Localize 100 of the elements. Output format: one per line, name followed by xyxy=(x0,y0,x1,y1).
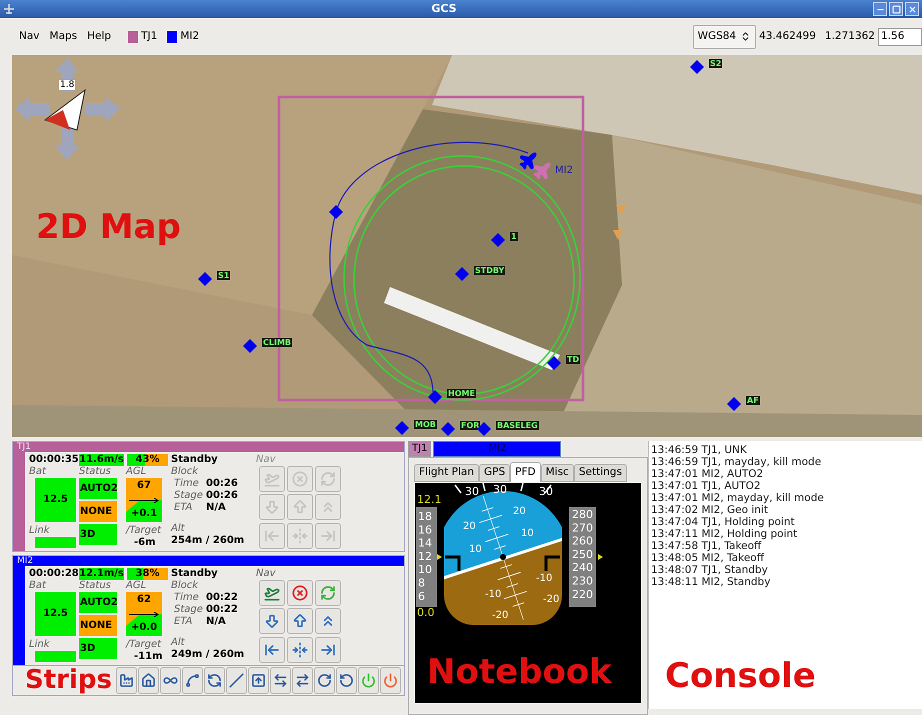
toolbar-button[interactable] xyxy=(248,667,269,694)
toolbar-button[interactable] xyxy=(204,667,225,694)
speed-pointer-icon xyxy=(437,554,442,560)
nav-button[interactable] xyxy=(315,636,341,663)
altitude-tick-label: 270 xyxy=(572,521,593,534)
toolbar-button[interactable] xyxy=(314,667,335,694)
toolbar-button[interactable] xyxy=(160,667,181,694)
time-reading: 00:22 xyxy=(206,592,238,604)
console-line: 13:48:11 MI2, Standby xyxy=(651,576,772,588)
console-line: 13:47:01 MI2, AUTO2 xyxy=(651,468,764,480)
rotate-counterclockwise-icon xyxy=(338,673,354,688)
app-icon xyxy=(3,3,15,15)
waypoint-marker[interactable] xyxy=(441,422,455,436)
toolbar-button[interactable] xyxy=(226,667,247,694)
nav-button[interactable] xyxy=(315,580,341,606)
alt-reading: 249m / 260m xyxy=(171,649,246,661)
nav-button[interactable] xyxy=(259,608,285,634)
link-label: Link xyxy=(29,639,51,651)
menu-item[interactable]: Help xyxy=(82,28,116,44)
toolbar-button[interactable] xyxy=(270,667,291,694)
aircraft-legend-label: MI2 xyxy=(180,28,200,44)
console-line: 13:47:02 MI2, Geo init xyxy=(651,504,769,516)
aircraft-legend-label: TJ1 xyxy=(141,28,158,44)
nav-button[interactable] xyxy=(287,580,313,606)
factory-icon xyxy=(118,673,134,688)
climb-reading: +0.0 xyxy=(130,622,158,634)
console-line: 13:48:05 MI2, Takeoff xyxy=(651,552,766,564)
zoom-spinbox[interactable]: 1.56 xyxy=(878,28,922,46)
datum-spinner[interactable]: WGS84 xyxy=(692,24,756,48)
strip-title-bar: MI2 xyxy=(13,556,404,566)
rotate-clockwise-icon xyxy=(316,673,332,688)
waypoint-marker[interactable] xyxy=(395,421,409,435)
triangle-marker xyxy=(613,230,623,240)
mode-label: Standby xyxy=(171,454,219,466)
window-control-button[interactable] xyxy=(889,2,903,16)
toolbar-button[interactable] xyxy=(182,667,203,694)
menu-item[interactable]: Maps xyxy=(44,28,82,44)
altitude-tick-label: 230 xyxy=(572,574,593,588)
status-indicator: NONE xyxy=(79,615,117,636)
waypoint-marker[interactable] xyxy=(455,267,469,281)
waypoint-marker[interactable] xyxy=(690,60,704,74)
mode-label: Standby xyxy=(171,568,219,580)
climb-reading: +0.1 xyxy=(130,508,158,520)
battery-box: 12.5 xyxy=(35,592,76,636)
nav-label: Nav xyxy=(256,568,276,580)
speed-reading: 11.6m/s xyxy=(79,454,124,466)
strip-title-bar: TJ1 xyxy=(13,442,404,452)
window-control-button[interactable] xyxy=(905,2,919,16)
nav-button[interactable] xyxy=(259,580,285,606)
stage-label: Stage xyxy=(174,604,204,616)
console-line: 13:46:59 TJ1, mayday, kill mode xyxy=(651,456,822,468)
eta-reading: N/A xyxy=(206,616,226,628)
pitch-scale-label: -10 xyxy=(485,589,502,600)
waypoint-marker[interactable] xyxy=(477,422,491,436)
toolbar-button[interactable] xyxy=(336,667,357,694)
waypoint-label: S1 xyxy=(217,271,230,280)
nav-button[interactable] xyxy=(287,608,313,634)
cancel-icon xyxy=(292,471,308,487)
console-annotation: Console xyxy=(665,657,816,695)
satellite-map[interactable]: MI2 S2 1 STDBY S1 CLIMB TD HOME MOB FOR BASELEG AF 1.8 2D Map xyxy=(12,55,922,437)
waypoint-marker[interactable] xyxy=(547,356,561,370)
target-reading: -11m xyxy=(133,651,164,663)
waypoint-label: BASELEG xyxy=(496,421,539,430)
target-label: /Target xyxy=(126,525,162,537)
double-arrow-icon xyxy=(272,673,288,688)
nav-button[interactable] xyxy=(315,608,341,634)
nav-button[interactable] xyxy=(259,636,285,663)
toolbar-button[interactable] xyxy=(380,667,401,694)
waypoint-marker[interactable] xyxy=(243,339,257,353)
notebook-tab[interactable]: PFD xyxy=(510,462,541,482)
wayp-marker-drawing[interactable] xyxy=(329,205,343,219)
console-line: 13:47:58 TJ1, Takeoff xyxy=(651,540,762,552)
takeoff-icon xyxy=(264,471,280,487)
bat-label: Bat xyxy=(29,580,48,592)
waypoint-marker[interactable] xyxy=(727,397,741,411)
menu-item[interactable]: Nav xyxy=(14,28,45,44)
plane-icon[interactable] xyxy=(518,150,538,170)
aircraft-tab[interactable]: TJ1 xyxy=(408,441,432,457)
toolbar-button[interactable] xyxy=(116,667,137,694)
time-label: Time xyxy=(174,478,200,490)
altitude-tick-label: 240 xyxy=(572,561,593,574)
climb-wedge-drawing xyxy=(126,500,162,522)
toolbar-button[interactable] xyxy=(138,667,159,694)
notebook-tab[interactable]: Misc xyxy=(540,464,574,482)
notebook-tab[interactable]: GPS xyxy=(479,464,510,482)
waypoint-marker[interactable] xyxy=(198,272,212,286)
notebook-tab[interactable]: Flight Plan xyxy=(414,464,479,482)
speed-tick-label: 6 xyxy=(418,590,425,603)
status-indicator: NONE xyxy=(79,501,117,522)
nav-button[interactable] xyxy=(287,636,313,663)
waypoint-label: S2 xyxy=(709,59,722,68)
zoom-level-label: 1.8 xyxy=(59,80,76,90)
waypoint-marker[interactable] xyxy=(491,233,505,247)
plane-icon[interactable] xyxy=(532,161,552,181)
notebook-tab[interactable]: Settings xyxy=(574,464,627,482)
window-control-button[interactable] xyxy=(873,2,887,16)
stage-reading: 00:26 xyxy=(206,490,238,502)
toolbar-button[interactable] xyxy=(292,667,313,694)
pan-compass-drawing[interactable] xyxy=(15,58,120,160)
right-wing-marker xyxy=(544,556,560,571)
